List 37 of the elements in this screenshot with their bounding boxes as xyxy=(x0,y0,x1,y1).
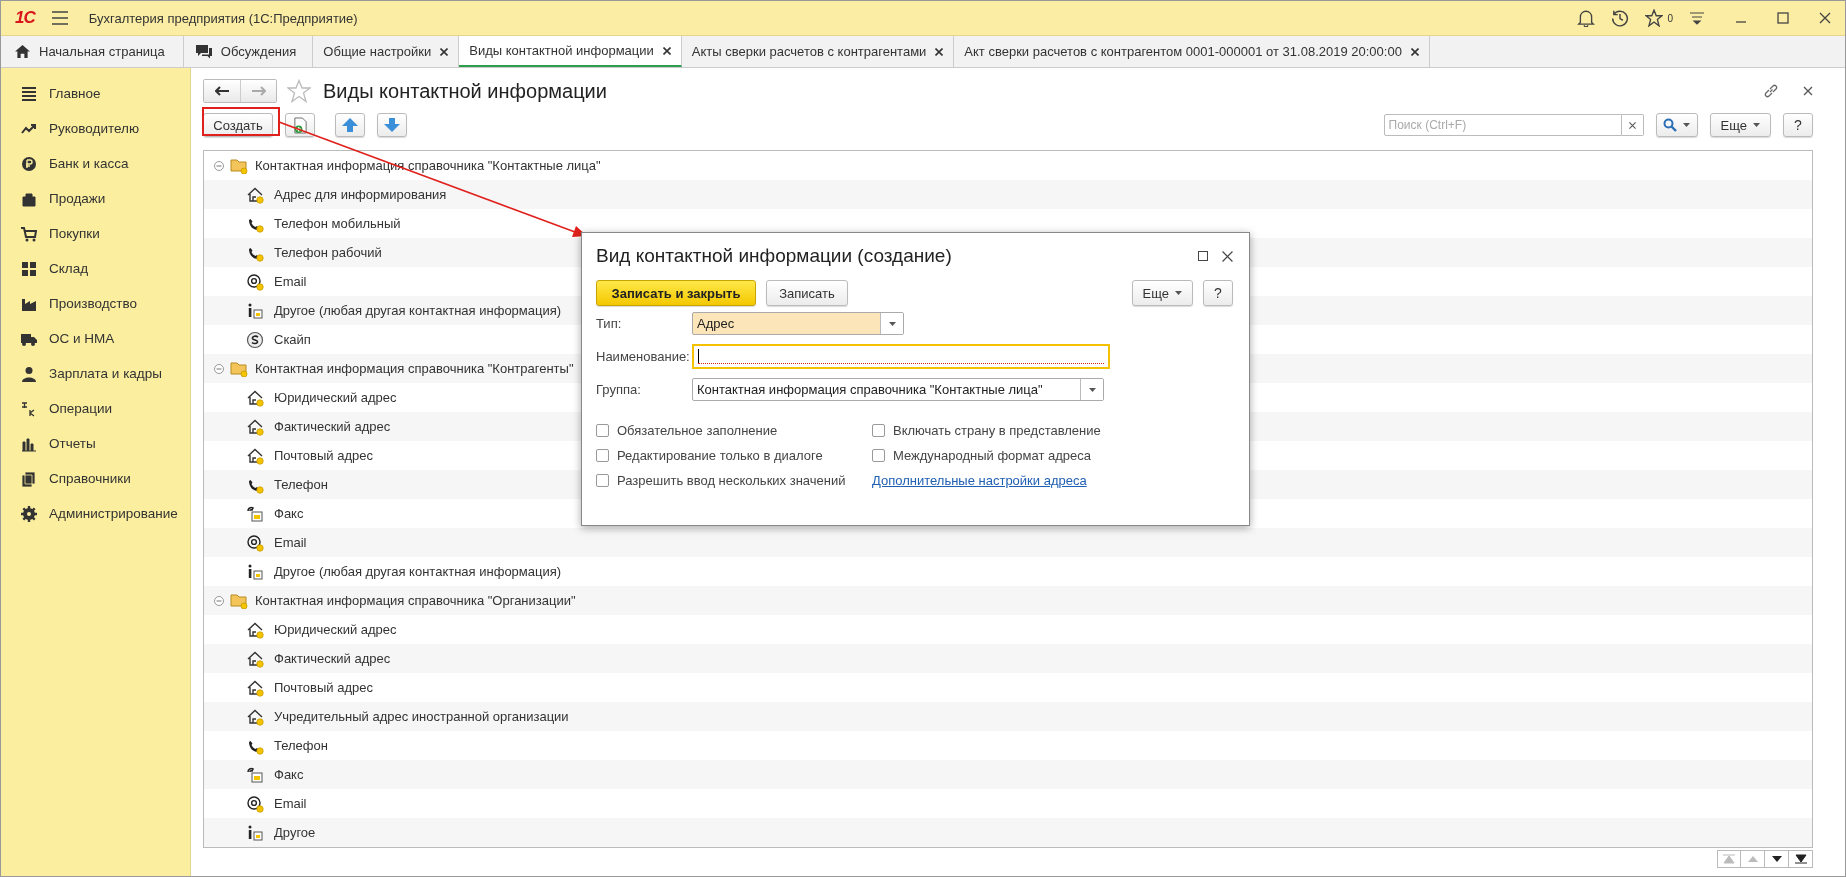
checkbox-label: Разрешить ввод нескольких значений xyxy=(617,473,846,488)
item-label: Скайп xyxy=(274,332,311,347)
checkbox-label: Международный формат адреса xyxy=(893,448,1091,463)
app-title: Бухгалтерия предприятия (1С:Предприятие) xyxy=(88,10,358,26)
item-label: Адрес для информирования xyxy=(274,187,447,202)
group-label: Контактная информация справочника "Контактные лица" xyxy=(255,158,601,173)
dialog-title: Вид контактной информации (создание) xyxy=(596,245,952,267)
item-label: Почтовый адрес xyxy=(274,448,373,463)
field-label: Тип: xyxy=(596,316,623,331)
item-label: Другое xyxy=(274,825,316,840)
item-label: Email xyxy=(274,796,307,811)
item-label: Телефон рабочий xyxy=(274,245,382,260)
item-label: Учредительный адрес иностранной организации xyxy=(274,709,569,724)
item-label: Факс xyxy=(274,767,304,782)
field-label: Наименование: xyxy=(596,349,691,364)
item-label: Другое (любая другая контактная информация) xyxy=(274,564,562,579)
group-label: Контактная информация справочника "Организации" xyxy=(255,593,576,608)
item-label: Фактический адрес xyxy=(274,419,391,434)
page-title: Виды контактной информации xyxy=(323,79,607,103)
item-label: Другое (любая другая контактная информация) xyxy=(274,303,562,318)
checkbox-label: Обязательное заполнение xyxy=(617,423,778,438)
field-label: Группа: xyxy=(596,382,642,397)
item-label: Телефон мобильный xyxy=(274,216,401,231)
item-label: Телефон xyxy=(274,477,328,492)
checkbox-label: Редактирование только в диалоге xyxy=(617,448,823,463)
item-label: Юридический адрес xyxy=(274,390,397,405)
app-logo: 1С xyxy=(15,8,35,28)
item-label: Телефон xyxy=(274,738,328,753)
item-label: Email xyxy=(274,274,307,289)
checkbox-label: Включать страну в представление xyxy=(893,423,1101,438)
item-label: Email xyxy=(274,535,307,550)
item-label: Почтовый адрес xyxy=(274,680,373,695)
group-label: Контактная информация справочника "Контрагенты" xyxy=(255,361,574,376)
favorites-count: 0 xyxy=(1667,12,1673,24)
item-label: Факс xyxy=(274,506,304,521)
item-label: Юридический адрес xyxy=(274,622,397,637)
item-label: Фактический адрес xyxy=(274,651,391,666)
